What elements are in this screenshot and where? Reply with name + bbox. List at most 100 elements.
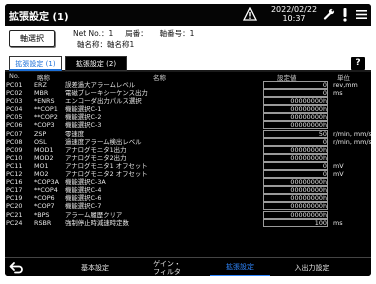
- table-row[interactable]: PC20 *COP7 機能選択C-7 00000000h: [5, 202, 371, 211]
- row-value[interactable]: 100: [260, 219, 327, 227]
- row-no: PC10: [6, 153, 23, 162]
- row-value[interactable]: 00000000h: [260, 105, 327, 113]
- table-row[interactable]: PC05 **COP2 機能選択C-2 00000000h: [5, 113, 371, 122]
- table-row[interactable]: PC12 MO2 アナログモニタ2 オフセット 0 mV: [5, 170, 371, 179]
- row-value[interactable]: 00000000h: [260, 121, 327, 129]
- row-value[interactable]: 00000000h: [260, 202, 327, 210]
- device-frame: 拡張設定 (1) 2022/02/22 10:37 軸選択 Net No.：1 …: [0, 0, 376, 284]
- row-value[interactable]: 00000000h: [260, 97, 327, 105]
- row-name: アナログモニタ1出力: [65, 145, 127, 154]
- table-row[interactable]: PC02 MBR 電磁ブレーキシーケンス出力 0 ms: [5, 89, 371, 98]
- row-no: PC20: [6, 202, 23, 211]
- col-no: No.: [9, 72, 20, 80]
- row-name: アナログモニタ2出力: [65, 153, 127, 162]
- table-row[interactable]: PC17 **COP4 機能選択C-4 00000000h: [5, 186, 371, 195]
- exclamation-icon[interactable]: [341, 7, 349, 22]
- nav-basic-settings[interactable]: 基本設定: [65, 258, 125, 276]
- row-no: PC11: [6, 161, 23, 170]
- table-row[interactable]: PC24 RSBR 強制停止時減速時定数 100 ms: [5, 218, 371, 227]
- axis-select-button[interactable]: 軸選択: [9, 30, 55, 47]
- row-value[interactable]: 00000000h: [260, 186, 327, 194]
- row-name: 機能選択C-7: [65, 202, 102, 211]
- tab-extended-1[interactable]: 拡張設定 (1): [9, 56, 62, 71]
- table-row[interactable]: PC04 **COP1 機能選択C-1 00000000h: [5, 105, 371, 114]
- table-row[interactable]: PC07 ZSP 零速度 50 r/min, mm/s: [5, 129, 371, 138]
- row-abbr: **COP2: [34, 113, 58, 122]
- row-value[interactable]: 0: [260, 81, 327, 89]
- table-row[interactable]: PC19 *COP6 機能選択C-6 00000000h: [5, 194, 371, 203]
- network-info: Net No.：1 局番： 軸番号：1: [73, 28, 194, 39]
- help-button[interactable]: ?: [351, 57, 365, 70]
- bottom-nav: 基本設定 ゲイン・ フィルタ 拡張設定 入出力設定: [5, 257, 371, 276]
- row-abbr: MOD2: [34, 153, 54, 162]
- table-row[interactable]: PC08 OSL 過速度アラーム検出レベル 0 r/min, mm/s: [5, 137, 371, 146]
- table-row[interactable]: PC10 MOD2 アナログモニタ2出力 00000000h: [5, 153, 371, 162]
- axis-name: 軸名称：軸名称1: [77, 40, 135, 49]
- row-no: PC12: [6, 170, 23, 179]
- row-name: 機能選択C-3: [65, 121, 102, 130]
- row-name: 機能選択C-3A: [65, 178, 106, 187]
- menu-icon[interactable]: [356, 9, 367, 20]
- row-unit: rev,mm: [333, 81, 358, 89]
- row-abbr: MO1: [34, 161, 49, 170]
- net-no: Net No.：1: [73, 29, 114, 38]
- nav-extended-settings[interactable]: 拡張設定: [210, 258, 270, 276]
- row-name: 零速度: [65, 129, 85, 138]
- row-name: エンコーダ出力パルス選択: [65, 97, 142, 106]
- tab-bar: 拡張設定 (1) 拡張設定 (2) ?: [5, 55, 371, 72]
- row-name: 過速度アラーム検出レベル: [65, 137, 142, 146]
- row-value[interactable]: 00000000h: [260, 178, 327, 186]
- row-value[interactable]: 0: [260, 89, 327, 97]
- wrench-icon[interactable]: [323, 8, 335, 20]
- row-abbr: MOD1: [34, 145, 54, 154]
- row-no: PC02: [6, 89, 23, 98]
- row-name: 強制停止時減速時定数: [65, 218, 129, 227]
- nav-io-settings[interactable]: 入出力設定: [277, 258, 347, 276]
- row-abbr: *COP6: [34, 194, 55, 203]
- table-row[interactable]: PC06 *COP3 機能選択C-3 00000000h: [5, 121, 371, 130]
- row-no: PC16: [6, 178, 23, 187]
- row-abbr: *COP7: [34, 202, 55, 211]
- table-row[interactable]: PC21 *BPS アラーム履歴クリア 00000000h: [5, 210, 371, 219]
- row-value[interactable]: 50: [260, 130, 327, 138]
- table-row[interactable]: PC01 ERZ 誤差過大アラームレベル 0 rev,mm: [5, 81, 371, 89]
- tab-extended-2[interactable]: 拡張設定 (2): [65, 56, 127, 71]
- table-row[interactable]: PC09 MOD1 アナログモニタ1出力 00000000h: [5, 145, 371, 154]
- row-value[interactable]: 00000000h: [260, 194, 327, 202]
- row-value[interactable]: 00000000h: [260, 113, 327, 121]
- row-abbr: ZSP: [34, 129, 47, 138]
- time-text: 10:37: [282, 14, 306, 23]
- row-abbr: *COP3: [34, 121, 55, 130]
- row-no: PC07: [6, 129, 23, 138]
- nav-gain-filter[interactable]: ゲイン・ フィルタ: [141, 258, 193, 276]
- row-value[interactable]: 00000000h: [260, 154, 327, 162]
- row-no: PC01: [6, 81, 23, 89]
- row-abbr: OSL: [34, 137, 47, 146]
- row-value[interactable]: 00000000h: [260, 211, 327, 219]
- row-abbr: **COP4: [34, 186, 58, 195]
- row-value[interactable]: 0: [260, 162, 327, 170]
- row-no: PC03: [6, 97, 23, 106]
- table-row[interactable]: PC11 MO1 アナログモニタ1 オフセット 0 mV: [5, 161, 371, 170]
- screen: 拡張設定 (1) 2022/02/22 10:37 軸選択 Net No.：1 …: [5, 4, 371, 276]
- row-abbr: MBR: [34, 89, 49, 98]
- row-unit: mV: [333, 170, 344, 179]
- title-bar: 拡張設定 (1) 2022/02/22 10:37: [5, 4, 371, 26]
- page-title: 拡張設定 (1): [9, 12, 69, 23]
- back-arrow-icon[interactable]: [9, 261, 24, 274]
- row-value[interactable]: 00000000h: [260, 146, 327, 154]
- row-name: アラーム履歴クリア: [65, 210, 123, 219]
- nav-gain-label-1: ゲイン・: [153, 259, 181, 268]
- table-row[interactable]: PC16 *COP3A 機能選択C-3A 00000000h: [5, 178, 371, 187]
- row-value[interactable]: 0: [260, 138, 327, 146]
- table-row[interactable]: PC03 *ENRS エンコーダ出力パルス選択 00000000h: [5, 97, 371, 106]
- row-abbr: MO2: [34, 170, 49, 179]
- row-no: PC19: [6, 194, 23, 203]
- row-value[interactable]: 0: [260, 170, 327, 178]
- row-abbr: **COP1: [34, 105, 58, 114]
- warning-triangle-icon[interactable]: [243, 7, 257, 21]
- date-text: 2022/02/22: [270, 5, 318, 14]
- row-name: 電磁ブレーキシーケンス出力: [65, 89, 148, 98]
- station-no: 局番：: [125, 29, 148, 38]
- row-unit: ms: [333, 218, 343, 227]
